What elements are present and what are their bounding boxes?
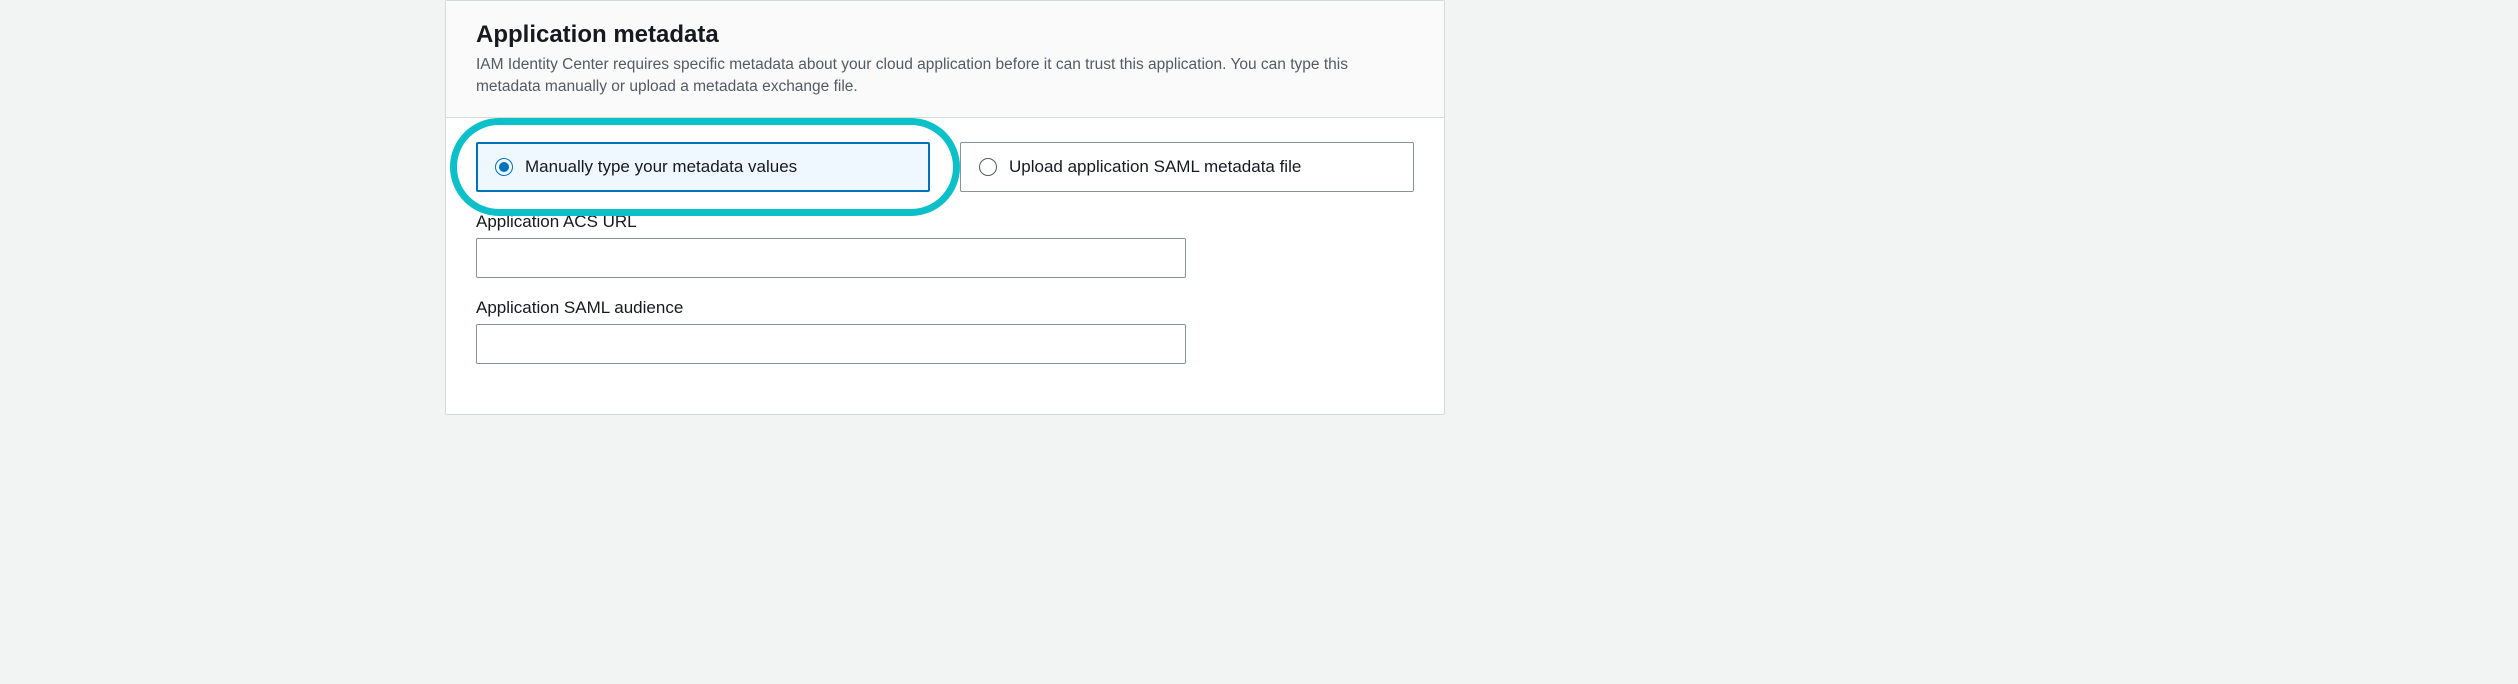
application-metadata-panel: Application metadata IAM Identity Center… — [445, 0, 1445, 415]
saml-audience-label: Application SAML audience — [476, 298, 1414, 318]
option-manual-label: Manually type your metadata values — [525, 157, 797, 177]
saml-audience-input[interactable] — [476, 324, 1186, 364]
acs-url-input[interactable] — [476, 238, 1186, 278]
radio-icon — [979, 158, 997, 176]
saml-audience-group: Application SAML audience — [476, 298, 1414, 364]
panel-description: IAM Identity Center requires specific me… — [476, 54, 1414, 97]
radio-dot-icon — [499, 162, 509, 172]
option-upload-label: Upload application SAML metadata file — [1009, 157, 1301, 177]
panel-header: Application metadata IAM Identity Center… — [446, 1, 1444, 118]
panel-body: Manually type your metadata values Uploa… — [446, 118, 1444, 414]
option-manual-metadata[interactable]: Manually type your metadata values — [476, 142, 930, 192]
panel-title: Application metadata — [476, 21, 1414, 49]
metadata-options-row: Manually type your metadata values Uploa… — [476, 142, 1414, 192]
acs-url-label: Application ACS URL — [476, 212, 1414, 232]
acs-url-group: Application ACS URL — [476, 212, 1414, 278]
option-upload-metadata[interactable]: Upload application SAML metadata file — [960, 142, 1414, 192]
radio-icon — [495, 158, 513, 176]
